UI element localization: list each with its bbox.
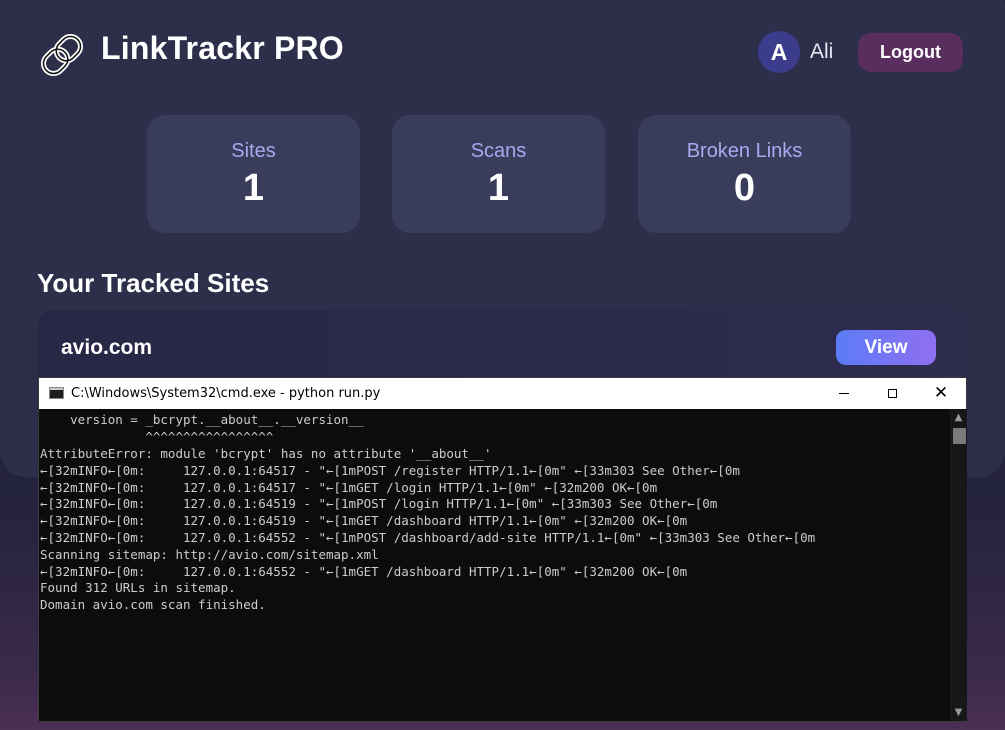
console-line: ←[32mINFO←[0m: 127.0.0.1:64517 - "←[1mPO…	[40, 463, 740, 478]
stat-label: Sites	[231, 140, 276, 162]
stat-value: 0	[733, 167, 756, 209]
stat-card-scans: Scans 1	[392, 115, 605, 233]
console-title: C:\Windows\System32\cmd.exe - python run…	[71, 386, 381, 401]
console-titlebar[interactable]: C:\Windows\System32\cmd.exe - python run…	[39, 378, 966, 409]
console-line: ←[32mINFO←[0m: 127.0.0.1:64517 - "←[1mGE…	[40, 480, 658, 495]
console-line: ←[32mINFO←[0m: 127.0.0.1:64552 - "←[1mPO…	[40, 530, 816, 545]
close-icon: ✕	[933, 383, 949, 403]
stat-card-sites: Sites 1	[147, 115, 360, 233]
stat-label: Broken Links	[686, 140, 803, 162]
console-output[interactable]: version = _bcrypt.__about__.__version__ …	[39, 409, 948, 721]
user-name: Ali	[810, 40, 834, 63]
minimize-icon	[839, 393, 849, 394]
chain-link-icon	[38, 33, 86, 77]
site-name: avio.com	[61, 336, 153, 359]
cmd-icon	[49, 387, 64, 399]
avatar-initial: A	[770, 38, 788, 65]
console-line: ←[32mINFO←[0m: 127.0.0.1:64552 - "←[1mGE…	[40, 564, 688, 579]
console-line: version = _bcrypt.__about__.__version__	[40, 412, 364, 427]
stat-card-broken-links: Broken Links 0	[638, 115, 851, 233]
stat-value: 1	[487, 167, 510, 209]
maximize-icon	[887, 389, 897, 398]
stat-value: 1	[242, 167, 265, 209]
console-window[interactable]: C:\Windows\System32\cmd.exe - python run…	[38, 377, 967, 722]
maximize-button[interactable]	[869, 378, 915, 409]
console-line: Scanning sitemap: http://avio.com/sitema…	[40, 547, 379, 562]
console-line: Found 312 URLs in sitemap.	[40, 580, 236, 595]
scroll-down-icon[interactable]: ▼	[950, 704, 967, 721]
scroll-up-icon[interactable]: ▲	[950, 409, 967, 426]
console-line: ←[32mINFO←[0m: 127.0.0.1:64519 - "←[1mPO…	[40, 496, 718, 511]
view-button[interactable]: View	[836, 330, 936, 365]
avatar[interactable]: A	[758, 31, 800, 73]
minimize-button[interactable]	[821, 378, 867, 409]
close-button[interactable]: ✕	[918, 378, 964, 409]
section-title: Your Tracked Sites	[37, 268, 270, 298]
console-line: ^^^^^^^^^^^^^^^^^	[40, 429, 274, 444]
logout-button[interactable]: Logout	[858, 33, 963, 72]
scroll-thumb[interactable]	[953, 428, 966, 444]
console-line: Domain avio.com scan finished.	[40, 597, 266, 612]
console-line: ←[32mINFO←[0m: 127.0.0.1:64519 - "←[1mGE…	[40, 513, 688, 528]
stat-label: Scans	[470, 140, 527, 162]
app-title: LinkTrackr PRO	[101, 30, 344, 66]
console-scrollbar[interactable]: ▲ ▼	[950, 409, 967, 721]
console-line: AttributeError: module 'bcrypt' has no a…	[40, 446, 492, 461]
